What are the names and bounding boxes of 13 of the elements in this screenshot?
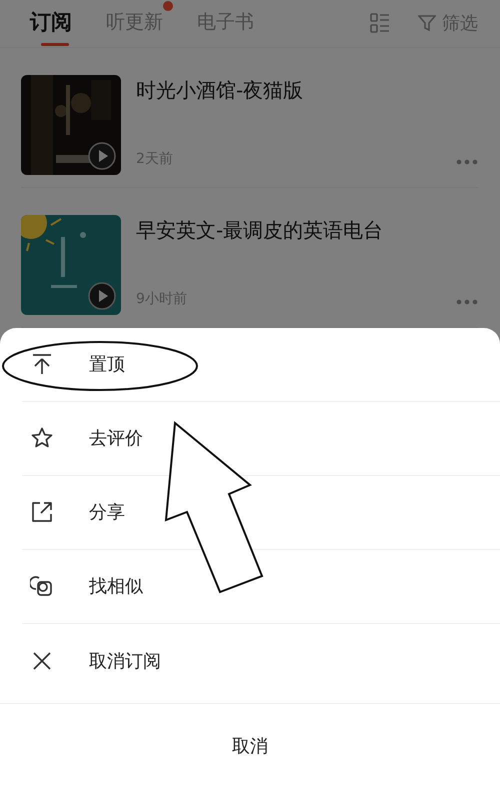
tab[interactable]: 订阅: [28, 0, 82, 46]
play-icon[interactable]: [88, 282, 116, 310]
star-icon: [30, 426, 54, 450]
podcast-title[interactable]: 时光小酒馆-夜猫版: [136, 76, 478, 104]
menu-item[interactable]: 取消订阅: [22, 624, 500, 698]
similar-icon: [30, 574, 54, 598]
play-icon[interactable]: [88, 142, 116, 170]
menu-item[interactable]: 置顶: [22, 328, 500, 402]
share-icon: [30, 500, 54, 524]
podcast-title[interactable]: 早安英文-最调皮的英语电台: [136, 216, 478, 244]
pin-top-icon: [30, 352, 54, 376]
list-view-icon[interactable]: [370, 13, 390, 34]
filter-icon: [418, 14, 436, 32]
